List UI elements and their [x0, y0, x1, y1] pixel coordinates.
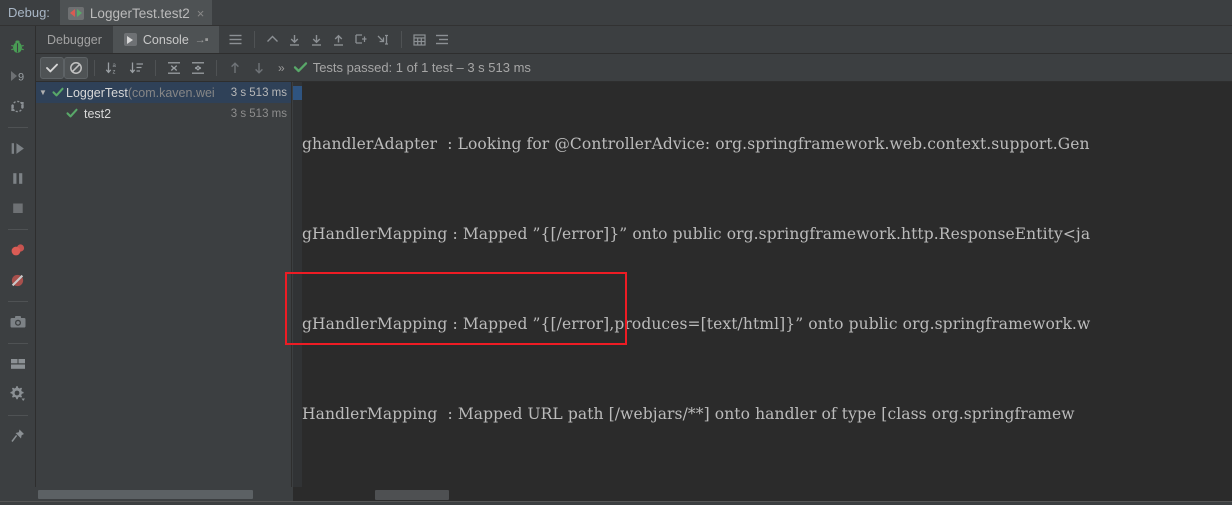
tree-row-loggertest[interactable]: ▼ LoggerTest (com.kaven.wei 3 s 513 ms [36, 82, 291, 103]
sort-by-duration-button[interactable] [125, 57, 149, 79]
soft-wrap-icon[interactable]: →▪ [195, 34, 209, 46]
divider [253, 31, 255, 48]
pause-program-icon[interactable] [4, 164, 32, 192]
tab-debugger[interactable]: Debugger [36, 26, 113, 53]
next-failed-test-button[interactable] [247, 57, 271, 79]
divider [7, 415, 28, 416]
svg-text:9: 9 [18, 72, 24, 84]
run-configuration-tab[interactable]: LoggerTest.test2 × [59, 0, 213, 25]
sort-alphabetically-button[interactable]: a z [101, 57, 125, 79]
scrollbar-thumb[interactable] [38, 490, 253, 499]
previous-failed-test-button[interactable] [223, 57, 247, 79]
debug-tool-window: Debug: LoggerTest.test2 × 9 Debugger Con… [0, 0, 1232, 505]
tree-horizontal-scrollbar[interactable] [36, 487, 292, 501]
side-toolbar-filler [0, 487, 36, 501]
run-to-cursor-icon[interactable] [350, 29, 372, 51]
run-configuration-title: LoggerTest.test2 [89, 6, 190, 21]
expand-all-button[interactable] [162, 57, 186, 79]
collapse-all-button[interactable] [186, 57, 210, 79]
settings-list-icon[interactable] [431, 29, 453, 51]
step-into-icon[interactable] [306, 29, 328, 51]
stop-icon[interactable] [4, 194, 32, 222]
tree-row-test2[interactable]: test2 3 s 513 ms [36, 103, 291, 124]
force-step-into-icon[interactable] [328, 29, 350, 51]
debug-bug-icon[interactable] [4, 32, 32, 60]
svg-text:a: a [113, 63, 117, 69]
divider [216, 59, 217, 76]
more-options-icon[interactable]: » [271, 61, 291, 75]
run-configuration-icon [67, 7, 84, 20]
pin-icon[interactable] [4, 422, 32, 450]
tree-row-label: test2 [84, 106, 112, 121]
console-icon [123, 33, 137, 46]
close-icon[interactable]: × [196, 7, 206, 20]
console-line: ghandlerAdapter : Looking for @Controlle… [302, 135, 1090, 153]
tab-console[interactable]: Console →▪ [112, 26, 219, 53]
divider [7, 343, 28, 344]
scrollbar-thumb[interactable] [375, 490, 449, 500]
debug-label: Debug: [8, 5, 50, 20]
chevron-down-icon[interactable]: ▼ [36, 88, 50, 97]
screenshot-icon[interactable] [4, 308, 32, 336]
console-line: HandlerMapping : Mapped URL path [/webja… [302, 405, 1075, 423]
console-output[interactable]: ghandlerAdapter : Looking for @Controlle… [293, 82, 1232, 487]
window-bottom-edge [0, 501, 1232, 505]
console-line-list: ghandlerAdapter : Looking for @Controlle… [302, 82, 1232, 487]
rerun-9-icon[interactable]: 9 [4, 62, 32, 90]
mute-breakpoints-icon[interactable] [4, 266, 32, 294]
drop-frame-icon[interactable] [372, 29, 394, 51]
menu-hamburger-icon[interactable] [225, 29, 247, 51]
show-passed-toggle[interactable] [40, 56, 64, 79]
svg-text:z: z [113, 69, 116, 75]
resume-program-icon[interactable] [4, 134, 32, 162]
debug-side-toolbar: 9 [0, 26, 36, 505]
tab-console-label: Console [142, 32, 189, 47]
console-line: gHandlerMapping : Mapped ”{[/error],prod… [302, 315, 1091, 333]
divider [7, 301, 28, 302]
test-results-toolbar: a z » Tests passed: 1 of 1 test – 3 s 51… [36, 54, 1232, 82]
settings-gear-icon[interactable] [4, 380, 32, 408]
console-folding-marker [293, 86, 302, 100]
console-horizontal-scrollbar[interactable] [293, 487, 1232, 501]
divider [400, 31, 402, 48]
test-passed-icon [50, 87, 66, 98]
console-line: gHandlerMapping : Mapped ”{[/error]}” on… [302, 225, 1091, 243]
debug-window-header: Debug: LoggerTest.test2 × [0, 0, 1232, 26]
test-results-tree[interactable]: ▼ LoggerTest (com.kaven.wei 3 s 513 ms t… [36, 82, 292, 487]
hide-ignored-toggle[interactable] [64, 56, 88, 79]
restart-icon[interactable] [4, 92, 32, 120]
test-passed-icon [64, 108, 80, 119]
layout-icon[interactable] [4, 350, 32, 378]
tests-passed-check-icon [293, 61, 308, 74]
tree-row-package: (com.kaven.wei [127, 85, 215, 100]
divider [155, 59, 156, 76]
tree-row-label: LoggerTest [66, 85, 128, 100]
divider [7, 127, 28, 128]
tree-row-duration: 3 s 513 ms [230, 107, 287, 120]
debug-subtab-bar: Debugger Console →▪ [36, 26, 1232, 54]
step-over-icon[interactable] [284, 29, 306, 51]
tree-row-duration: 3 s 513 ms [230, 86, 287, 99]
view-breakpoints-icon[interactable] [4, 236, 32, 264]
tab-debugger-label: Debugger [47, 32, 102, 47]
console-gutter [293, 82, 302, 487]
divider [94, 59, 95, 76]
evaluate-expression-icon[interactable] [409, 29, 431, 51]
test-status-label: Tests passed: 1 of 1 test – 3 s 513 ms [312, 60, 531, 75]
divider [7, 229, 28, 230]
step-out-icon[interactable] [262, 29, 284, 51]
